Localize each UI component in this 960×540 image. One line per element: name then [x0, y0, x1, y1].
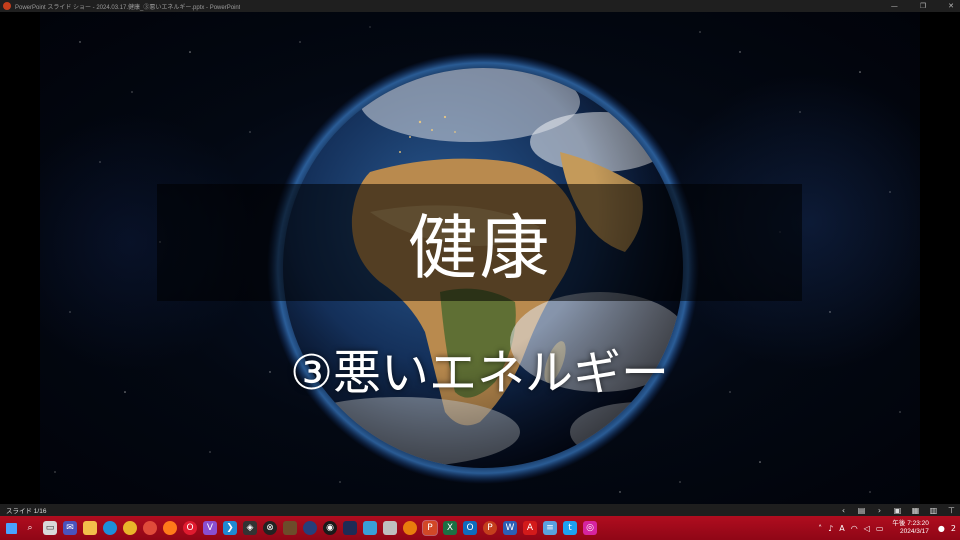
notepad-icon[interactable]: ≡: [543, 521, 557, 535]
previous-slide-icon[interactable]: ‹: [839, 506, 848, 515]
clock[interactable]: 午後 7:23:20 2024/3/17: [892, 520, 929, 536]
twitter-icon[interactable]: t: [563, 521, 577, 535]
chevron-up-icon[interactable]: ˄: [818, 524, 822, 533]
app-icon-2[interactable]: [303, 521, 317, 535]
next-slide-icon[interactable]: ›: [875, 506, 884, 515]
app-icon-4[interactable]: [363, 521, 377, 535]
slideshow-view-icon[interactable]: ⊤: [947, 506, 956, 515]
window-title: PowerPoint スライド ショー - 2024.03.17.健康_③悪いエ…: [15, 4, 241, 11]
normal-view-icon[interactable]: ▣: [893, 506, 902, 515]
app-icon-5[interactable]: [383, 521, 397, 535]
window-titlebar: PowerPoint スライド ショー - 2024.03.17.健康_③悪いエ…: [0, 0, 960, 12]
acrobat-icon[interactable]: A: [523, 521, 537, 535]
system-tray: ˄ ♪ A ◠ ◁ ▭ 午後 7:23:20 2024/3/17 ● 2: [818, 516, 956, 540]
volume-icon[interactable]: ◁: [864, 524, 870, 533]
minimize-button[interactable]: —: [891, 0, 898, 12]
reading-view-icon[interactable]: ▥: [929, 506, 938, 515]
outlook-icon[interactable]: O: [463, 521, 477, 535]
file-explorer-icon[interactable]: [83, 521, 97, 535]
edge-icon[interactable]: [103, 521, 117, 535]
battery-icon[interactable]: ▭: [876, 524, 884, 533]
clock-time: 午後 7:23:20: [892, 520, 929, 527]
maximize-button[interactable]: ❐: [920, 0, 926, 12]
window-controls: — ❐ ✕: [891, 0, 954, 12]
blender-icon[interactable]: [403, 521, 417, 535]
slide-canvas[interactable]: 健康 ③悪いエネルギー: [40, 12, 920, 504]
word-icon[interactable]: W: [503, 521, 517, 535]
slide-title: 健康: [407, 207, 552, 289]
notification-count[interactable]: 2: [951, 524, 956, 533]
slide-counter: スライド 1/16: [6, 508, 47, 515]
chrome-alt-icon[interactable]: [143, 521, 157, 535]
microphone-icon[interactable]: ♪: [828, 524, 833, 533]
powerpoint-taskbar-icon[interactable]: P: [422, 520, 438, 536]
notification-bell-icon[interactable]: ●: [938, 524, 945, 533]
instagram-icon[interactable]: ◎: [583, 521, 597, 535]
windows-taskbar: ⌕ ▭ ✉ O V ❯ ◈ ⊗ ◉ P X O P W A ≡ t ◎ ˄ ♪ …: [0, 516, 960, 540]
search-icon[interactable]: ⌕: [23, 521, 37, 535]
clock-date: 2024/3/17: [900, 528, 929, 535]
app-icon-1[interactable]: [283, 521, 297, 535]
opera-icon[interactable]: O: [183, 521, 197, 535]
firefox-icon[interactable]: [163, 521, 177, 535]
slide-subtitle: ③悪いエネルギー: [289, 345, 670, 401]
visual-studio-icon[interactable]: V: [203, 521, 217, 535]
ime-indicator[interactable]: A: [839, 524, 844, 533]
app-icon-3[interactable]: [343, 521, 357, 535]
xbox-icon[interactable]: ⊗: [263, 521, 277, 535]
powerpoint-alt-icon[interactable]: P: [483, 521, 497, 535]
slide-menu-icon[interactable]: ▤: [857, 506, 866, 515]
start-icon[interactable]: [6, 522, 17, 534]
excel-icon[interactable]: X: [443, 521, 457, 535]
slide-sorter-icon[interactable]: ▦: [911, 506, 920, 515]
chrome-icon[interactable]: [123, 521, 137, 535]
powerpoint-app-icon: [3, 2, 11, 10]
task-view-icon[interactable]: ▭: [43, 521, 57, 535]
slideshow-statusbar: スライド 1/16 ‹ ▤ › ▣ ▦ ▥ ⊤: [0, 504, 960, 516]
wifi-icon[interactable]: ◠: [851, 524, 858, 533]
obs-icon[interactable]: ◉: [323, 521, 337, 535]
unity-icon[interactable]: ◈: [243, 521, 257, 535]
close-button[interactable]: ✕: [948, 0, 954, 12]
chat-icon[interactable]: ✉: [63, 521, 77, 535]
vscode-icon[interactable]: ❯: [223, 521, 237, 535]
